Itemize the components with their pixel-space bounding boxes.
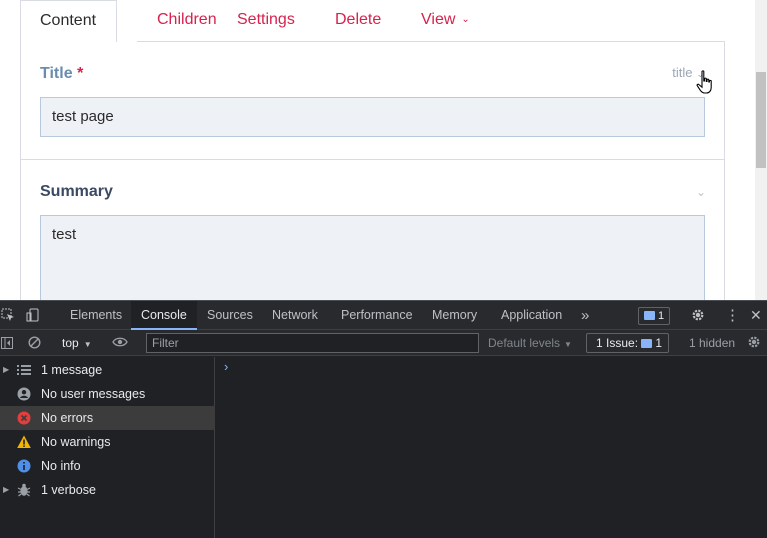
issue-flag-icon	[643, 311, 655, 320]
devtools-tab-console[interactable]: Console	[131, 301, 197, 330]
tab-view-label: View	[421, 11, 456, 28]
issues-count: 1	[655, 336, 663, 350]
sidebar-item-label: No warnings	[41, 435, 111, 449]
warning-icon	[17, 435, 31, 448]
device-toolbar-icon[interactable]	[26, 301, 40, 330]
tab-view[interactable]: View ⌄	[401, 0, 490, 42]
clear-console-icon[interactable]	[28, 330, 41, 356]
log-levels-label: Default levels	[488, 336, 561, 350]
gear-icon[interactable]	[691, 301, 705, 330]
sidebar-item-user-messages[interactable]: No user messages	[0, 382, 215, 406]
sidebar-item-info[interactable]: No info	[0, 454, 215, 478]
devtools-tab-network[interactable]: Network	[262, 301, 328, 330]
sidebar-item-messages[interactable]: ▶ 1 message	[0, 358, 215, 382]
filter-input[interactable]: Filter	[146, 333, 479, 353]
console-prompt[interactable]: ›	[224, 357, 228, 377]
dropdown-arrow-icon: ▼	[564, 340, 572, 349]
list-icon	[17, 365, 31, 375]
devtools-tab-elements[interactable]: Elements	[60, 301, 132, 330]
content-panel: Title * title ⌄ test page Summary ⌄ test	[20, 41, 725, 300]
sidebar-item-errors[interactable]: No errors	[0, 406, 215, 430]
issues-badge[interactable]: 1	[638, 307, 670, 325]
console-sidebar: ▶ 1 message No user messages No errors N…	[0, 357, 215, 538]
title-input[interactable]: test page	[40, 97, 705, 137]
summary-label: Summary	[40, 183, 113, 200]
hidden-count: 1 hidden	[689, 336, 736, 350]
error-icon	[17, 411, 31, 425]
chevron-down-icon: ⌄	[461, 14, 470, 25]
title-label-text: Title	[40, 65, 73, 82]
sidebar-item-label: 1 verbose	[41, 483, 96, 497]
eye-icon[interactable]	[112, 330, 128, 356]
expand-arrow-icon[interactable]: ▶	[3, 358, 9, 382]
context-value: top	[62, 336, 79, 350]
issues-badge-count: 1	[657, 310, 665, 322]
inspect-icon[interactable]	[1, 301, 15, 330]
issues-button[interactable]: 1 Issue: 1	[586, 333, 669, 353]
console-toolbar: top ▼ Filter Default levels ▼ 1 Issue: 1 1…	[0, 330, 767, 356]
sidebar-item-warnings[interactable]: No warnings	[0, 430, 215, 454]
gear-icon[interactable]	[747, 330, 761, 356]
issues-label: 1 Issue:	[596, 336, 639, 350]
log-levels-dropdown[interactable]: Default levels ▼	[488, 330, 572, 358]
dropdown-arrow-icon: ▼	[83, 340, 92, 349]
sidebar-item-label: No info	[41, 459, 81, 473]
console-output[interactable]: ›	[216, 357, 767, 538]
close-icon[interactable]: ✕	[750, 301, 762, 330]
devtools-tab-application[interactable]: Application	[491, 301, 572, 330]
devtools-tabbar: Elements Console Sources Network Perform…	[0, 300, 767, 330]
page-tabs: Content Children Settings Delete View ⌄	[20, 0, 725, 42]
title-hint: title	[672, 65, 693, 80]
kebab-menu-icon[interactable]: ⋮	[725, 301, 740, 330]
devtools-tab-memory[interactable]: Memory	[422, 301, 487, 330]
context-selector[interactable]: top ▼	[62, 330, 92, 358]
chevron-down-icon[interactable]: ⌄	[696, 185, 706, 199]
expand-arrow-icon[interactable]: ▶	[3, 478, 9, 502]
cms-page: Content Children Settings Delete View ⌄ T…	[0, 0, 767, 300]
devtools-panel: Elements Console Sources Network Perform…	[0, 300, 767, 538]
devtools-tab-sources[interactable]: Sources	[197, 301, 263, 330]
tab-delete[interactable]: Delete	[315, 0, 401, 42]
summary-input[interactable]: test	[40, 215, 705, 300]
more-tabs-icon[interactable]: »	[581, 301, 589, 330]
devtools-tab-performance[interactable]: Performance	[331, 301, 423, 330]
field-divider	[21, 159, 724, 160]
info-icon	[17, 459, 31, 473]
title-label: Title *	[40, 65, 83, 83]
sidebar-item-label: 1 message	[41, 363, 103, 377]
hand-cursor-icon	[696, 70, 712, 94]
scrollbar-thumb[interactable]	[756, 72, 766, 168]
sidebar-item-verbose[interactable]: ▶ 1 verbose	[0, 478, 215, 502]
tab-settings[interactable]: Settings	[217, 0, 315, 42]
tab-content[interactable]: Content	[20, 0, 117, 42]
required-mark: *	[77, 65, 84, 82]
user-icon	[17, 387, 31, 401]
sidebar-item-label: No user messages	[41, 387, 146, 401]
issue-flag-icon	[641, 339, 653, 348]
sidebar-toggle-icon[interactable]	[1, 330, 13, 356]
sidebar-item-label: No errors	[41, 411, 94, 425]
bug-icon	[17, 483, 31, 497]
